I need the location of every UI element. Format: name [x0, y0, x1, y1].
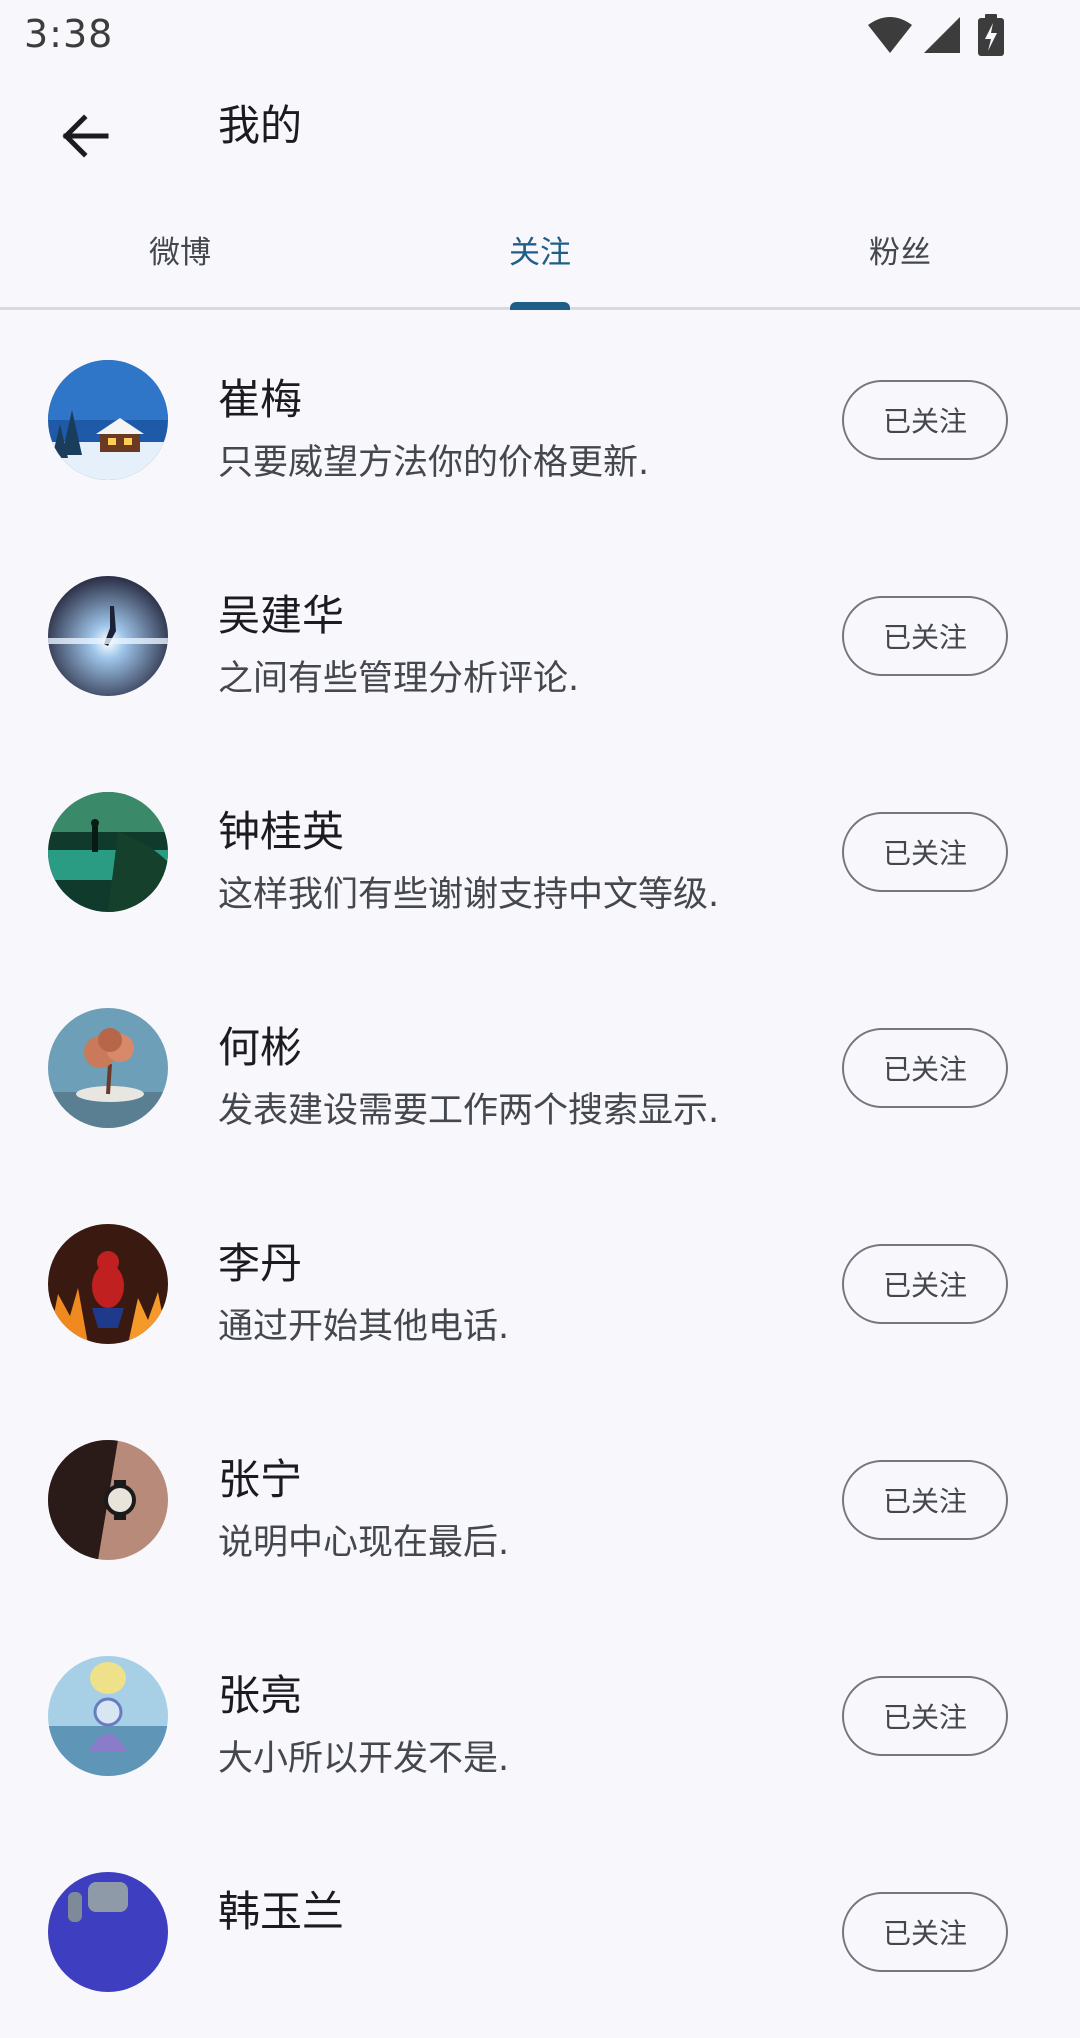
avatar[interactable] [48, 1872, 168, 1992]
tab-weibo[interactable]: 微博 [0, 192, 360, 307]
avatar[interactable] [48, 792, 168, 912]
app-bar: 我的 [0, 72, 1080, 192]
list-item[interactable]: 张亮 大小所以开发不是. 已关注 [0, 1606, 1080, 1822]
user-name: 钟桂英 [218, 807, 345, 856]
tab-indicator [510, 302, 570, 310]
wifi-icon [868, 17, 912, 53]
list-item[interactable]: 何彬 发表建设需要工作两个搜索显示. 已关注 [0, 958, 1080, 1174]
user-name: 何彬 [218, 1023, 303, 1072]
status-bar: 3:38 [0, 0, 1080, 72]
user-name: 崔梅 [218, 375, 303, 424]
user-name: 李丹 [218, 1239, 303, 1288]
user-name: 张亮 [218, 1671, 303, 1720]
user-name: 吴建华 [218, 591, 345, 640]
following-button[interactable]: 已关注 [842, 1244, 1008, 1324]
avatar[interactable] [48, 1440, 168, 1560]
list-item[interactable]: 韩玉兰 已关注 [0, 1822, 1080, 2038]
list-item[interactable]: 吴建华 之间有些管理分析评论. 已关注 [0, 526, 1080, 742]
user-name: 张宁 [218, 1455, 303, 1504]
following-button[interactable]: 已关注 [842, 1028, 1008, 1108]
user-bio: 大小所以开发不是. [218, 1739, 510, 1779]
list-item[interactable]: 崔梅 只要威望方法你的价格更新. 已关注 [0, 310, 1080, 526]
following-list: 崔梅 只要威望方法你的价格更新. 已关注 吴建华 之间有些管理分析评论. 已关注 [0, 310, 1080, 2038]
avatar[interactable] [48, 360, 168, 480]
tab-fans[interactable]: 粉丝 [720, 192, 1080, 307]
avatar[interactable] [48, 1008, 168, 1128]
user-bio: 这样我们有些谢谢支持中文等级. [218, 875, 720, 915]
user-bio: 说明中心现在最后. [218, 1523, 510, 1563]
back-button[interactable] [40, 100, 128, 172]
user-bio: 发表建设需要工作两个搜索显示. [218, 1091, 720, 1131]
arrow-back-icon [62, 114, 109, 158]
user-bio: 之间有些管理分析评论. [218, 659, 580, 699]
avatar[interactable] [48, 576, 168, 696]
following-button[interactable]: 已关注 [842, 596, 1008, 676]
avatar[interactable] [48, 1656, 168, 1776]
user-name: 韩玉兰 [218, 1887, 345, 1936]
following-button[interactable]: 已关注 [842, 1460, 1008, 1540]
tab-bar: 微博 关注 粉丝 [0, 192, 1080, 310]
battery-charging-icon [978, 14, 1004, 56]
following-button[interactable]: 已关注 [842, 1676, 1008, 1756]
status-time: 3:38 [24, 12, 114, 56]
list-item[interactable]: 李丹 通过开始其他电话. 已关注 [0, 1174, 1080, 1390]
page-title: 我的 [218, 101, 303, 150]
user-bio: 通过开始其他电话. [218, 1307, 510, 1347]
list-item[interactable]: 钟桂英 这样我们有些谢谢支持中文等级. 已关注 [0, 742, 1080, 958]
user-bio: 只要威望方法你的价格更新. [218, 443, 650, 483]
list-item[interactable]: 张宁 说明中心现在最后. 已关注 [0, 1390, 1080, 1606]
following-button[interactable]: 已关注 [842, 1892, 1008, 1972]
cellular-signal-icon [924, 17, 960, 53]
avatar[interactable] [48, 1224, 168, 1344]
tab-following[interactable]: 关注 [360, 192, 720, 307]
following-button[interactable]: 已关注 [842, 812, 1008, 892]
following-button[interactable]: 已关注 [842, 380, 1008, 460]
status-icons [866, 14, 1006, 56]
